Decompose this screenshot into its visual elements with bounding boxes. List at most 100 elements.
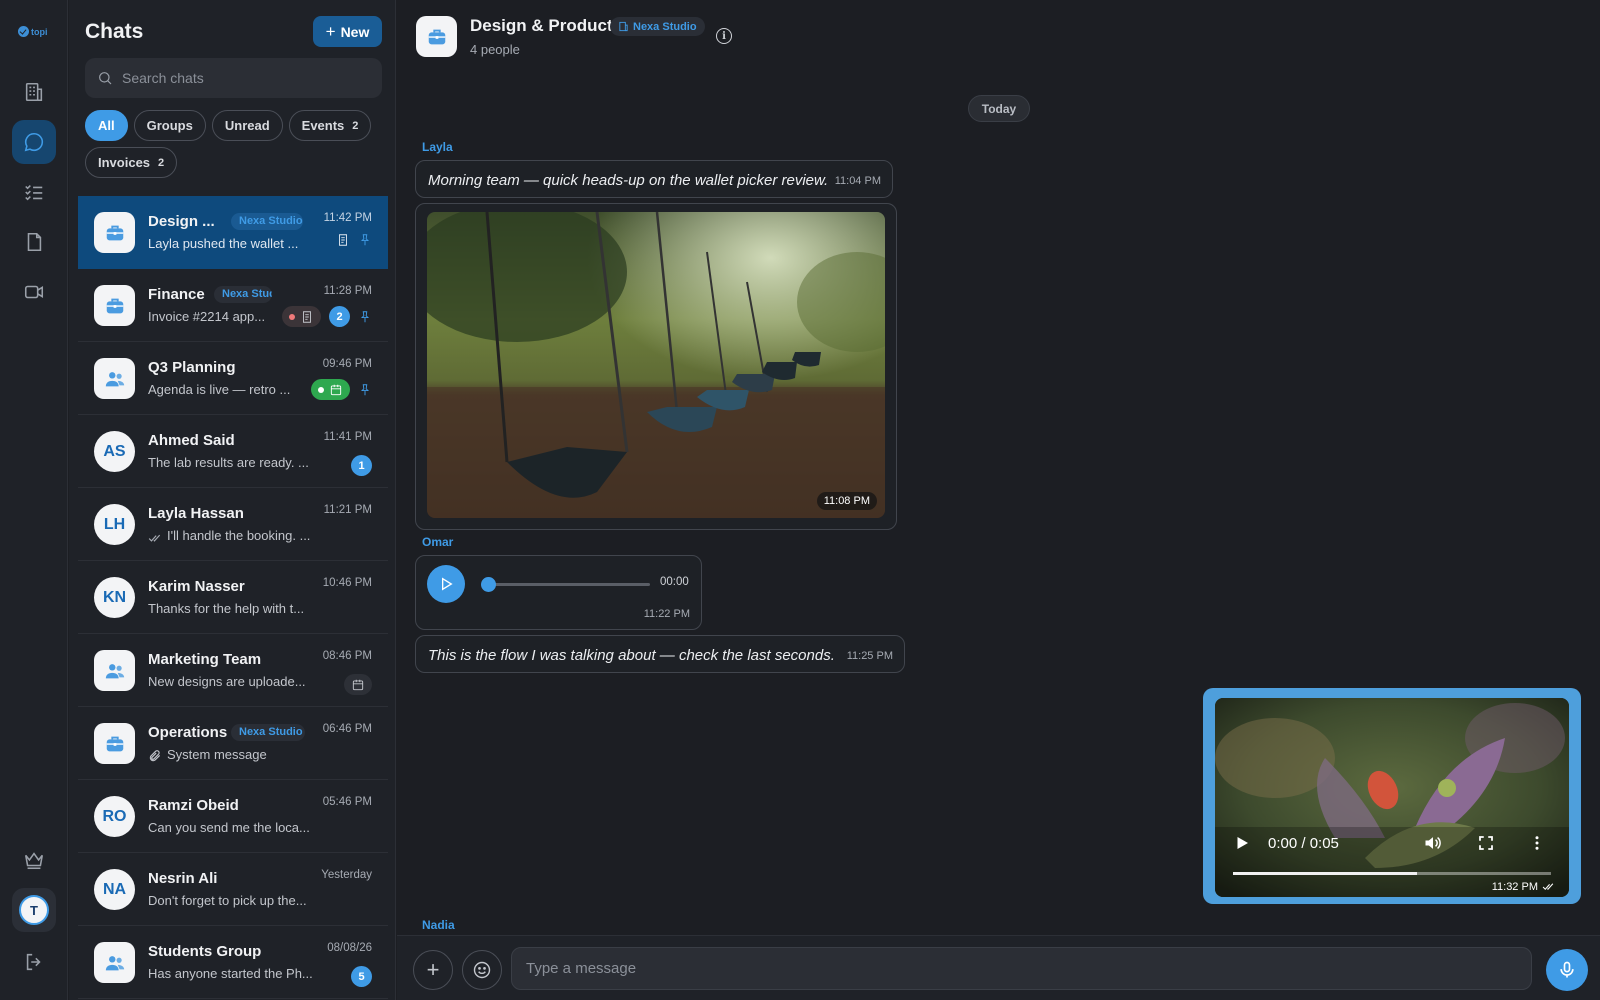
logout-button[interactable] [12,940,56,984]
chat-row[interactable]: Design ... Nexa Studio 11:42 PM Layla pu… [78,196,388,269]
filter-chip-label: Invoices [98,155,151,170]
read-receipt-icon [148,534,161,542]
new-chat-button[interactable]: + New [313,16,382,47]
organizations-nav-button[interactable] [12,70,56,114]
message-bubble[interactable]: Morning team — quick heads-up on the wal… [415,160,893,198]
chat-row[interactable]: Students Group 08/08/26 Has anyone start… [78,926,388,999]
chat-row[interactable]: KN Karim Nasser 10:46 PM Thanks for the … [78,561,388,634]
chat-preview: I'll handle the booking. ... [167,528,311,543]
plus-icon: + [325,22,336,41]
chat-list-panel: Chats +New All Groups Unread Events 2 Inv… [69,0,396,1000]
play-icon[interactable] [1233,834,1251,852]
building-icon [25,82,43,102]
user-avatar: RO [94,796,135,837]
image-message[interactable]: 11:08 PM [415,203,897,530]
chat-name: Finance [148,286,205,303]
nav-rail: topi T [0,0,68,1000]
briefcase-avatar [94,723,135,764]
chat-row[interactable]: NA Nesrin Ali Yesterday Don't forget to … [78,853,388,926]
tasks-nav-button[interactable] [12,170,56,214]
event-pill [311,379,350,400]
voice-record-button[interactable] [1546,949,1588,991]
chat-row[interactable]: Finance Nexa Studio 11:28 PM Invoice #22… [78,269,388,342]
voice-duration: 00:00 [660,576,689,588]
voice-progress-slider[interactable] [481,577,650,592]
group-avatar [94,358,135,399]
chat-row[interactable]: Q3 Planning 09:46 PM Agenda is live — re… [78,342,388,415]
filter-chip-all[interactable]: All [85,110,128,141]
chat-row[interactable]: Marketing Team 08:46 PM New designs are … [78,634,388,707]
swings-photo[interactable]: 11:08 PM [427,212,885,518]
people-icon [105,955,124,970]
logout-icon [26,953,41,971]
filter-chips: All Groups Unread Events 2 Invoices 2 [85,110,385,178]
attach-button[interactable]: + [413,950,453,990]
group-avatar [94,942,135,983]
chat-row[interactable]: Operations Nexa Studio 06:46 PM System m… [78,707,388,780]
chats-nav-button[interactable] [12,120,56,164]
video-player[interactable]: 0:00 / 0:05 11:32 PM [1215,698,1569,897]
more-options-icon[interactable] [1528,834,1546,852]
pin-icon [360,310,370,322]
filter-chip-invoices[interactable]: Invoices 2 [85,147,178,178]
plus-icon: + [426,957,440,982]
filter-chip-groups[interactable]: Groups [133,110,206,141]
conversation-avatar[interactable] [416,16,457,57]
chat-list-title: Chats [85,20,144,43]
message-time: 11:32 PM [1491,880,1538,893]
building-icon [619,21,628,32]
search-box [85,58,382,98]
org-badge: Nexa Studio [214,286,272,303]
message-input[interactable] [511,947,1532,990]
chat-row[interactable]: AS Ahmed Said 11:41 PM The lab results a… [78,415,388,488]
unread-badge: 2 [329,306,350,327]
crown-icon [24,852,44,870]
chat-time: 11:28 PM [323,285,372,297]
chat-row[interactable]: LH Layla Hassan 11:21 PM I'll handle the… [78,488,388,561]
invoice-icon [303,310,311,323]
chat-name: Marketing Team [148,651,262,668]
briefcase-icon [106,298,123,313]
chat-name: Layla Hassan [148,505,244,522]
chat-time: 08/08/26 [327,942,372,954]
chat-bubble-icon [24,132,44,152]
date-divider: Today [968,95,1030,122]
profile-button[interactable]: T [12,888,56,932]
filter-chip-unread[interactable]: Unread [211,110,283,141]
filter-chip-label: Unread [224,118,270,133]
read-receipt-icon [1542,883,1554,890]
chat-time: 10:46 PM [322,577,372,589]
volume-icon[interactable] [1423,833,1443,853]
org-badge-label: Nexa Studio [633,20,697,33]
play-button[interactable] [427,565,465,603]
filter-chip-events[interactable]: Events 2 [288,110,372,141]
files-nav-button[interactable] [12,220,56,264]
premium-nav-button[interactable] [12,838,56,882]
chat-status-icons: 5 [351,966,372,987]
chat-preview: Layla pushed the wallet ... [148,236,299,251]
new-chat-label: New [340,23,370,40]
pin-icon [360,383,370,395]
meetings-nav-button[interactable] [12,270,56,314]
chat-time: 09:46 PM [322,358,372,370]
info-icon[interactable]: i [716,28,732,44]
fullscreen-icon[interactable] [1477,834,1495,852]
slider-knob[interactable] [481,577,496,592]
smiley-icon [473,961,491,979]
video-progress-bar[interactable] [1233,872,1551,875]
play-icon [442,577,453,591]
filter-chip-count: 2 [158,156,165,169]
search-input[interactable] [122,70,362,86]
chat-preview: System message [167,747,267,762]
filter-chip-count: 2 [352,119,359,132]
app-logo[interactable]: topi [18,26,48,37]
message-sender: Nadia [422,918,455,932]
chat-time: 06:46 PM [322,723,372,735]
briefcase-icon [106,225,123,240]
conversation-panel: Design & Product Nexa Studio 4 people i … [397,0,1600,1000]
message-bubble[interactable]: This is the flow I was talking about — c… [415,635,905,673]
chat-row[interactable]: RO Ramzi Obeid 05:46 PM Can you send me … [78,780,388,853]
unread-badge: 1 [351,455,372,476]
chat-name: Karim Nasser [148,578,245,595]
emoji-button[interactable] [462,950,502,990]
